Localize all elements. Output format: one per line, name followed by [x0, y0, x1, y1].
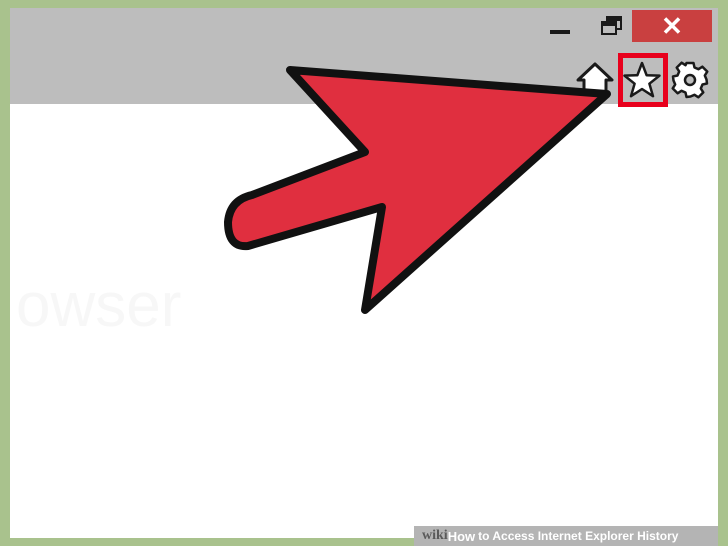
- how-label: How: [447, 528, 476, 544]
- article-title: to Access Internet Explorer History: [478, 529, 679, 543]
- pointer-arrow-icon: [224, 66, 611, 314]
- wikihow-title-banner: wiki How to Access Internet Explorer His…: [414, 526, 718, 546]
- wiki-label: wiki: [422, 528, 448, 543]
